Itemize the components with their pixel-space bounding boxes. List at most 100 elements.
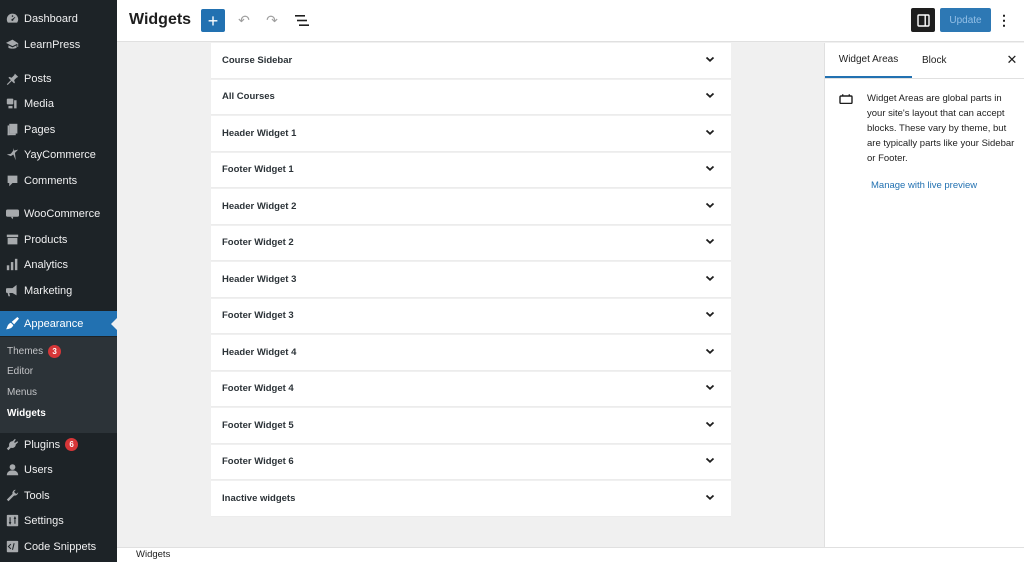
sidebar-item-label: Plugins: [24, 438, 61, 451]
submenu-item-label: Editor: [7, 366, 34, 377]
sidebar-item-analytics[interactable]: Analytics: [0, 252, 117, 277]
redo-button[interactable]: ↷: [261, 9, 283, 32]
update-count-badge: 6: [65, 438, 79, 451]
sidebar-item-label: Appearance: [24, 317, 84, 330]
sidebar-item-label: Users: [24, 463, 53, 476]
sidebar-item-products[interactable]: Products: [0, 227, 117, 252]
manage-live-preview-link[interactable]: Manage with live preview: [871, 180, 977, 191]
kebab-icon: ⋮: [997, 12, 1011, 28]
submenu-item-themes[interactable]: Themes 3: [7, 345, 62, 358]
widget-area-title: Footer Widget 4: [222, 383, 294, 395]
widget-area-title: Header Widget 3: [222, 273, 297, 285]
wrench-icon: [0, 489, 24, 502]
pin-icon: [0, 72, 24, 85]
widget-area-panel[interactable]: Footer Widget 4: [211, 371, 731, 407]
chevron-down-icon[interactable]: [705, 382, 715, 395]
chevron-down-icon[interactable]: [705, 90, 715, 103]
submenu-item-menus[interactable]: Menus: [7, 387, 37, 398]
settings-panel: Widget Areas Block ✕ Widget Areas are gl…: [824, 43, 1024, 547]
widget-area-panel[interactable]: Footer Widget 5: [211, 408, 731, 444]
editor-header: Widgets + ↶ ↷ Update ⋮: [117, 0, 1024, 42]
sidebar-item-comments[interactable]: Comments: [0, 168, 117, 193]
sidebar-panel-icon: [916, 13, 930, 27]
list-view-button[interactable]: [291, 9, 313, 32]
sidebar-item-posts[interactable]: Posts: [0, 66, 117, 91]
chevron-down-icon[interactable]: [705, 200, 715, 213]
chevron-down-icon[interactable]: [705, 273, 715, 286]
sidebar-item-label: Marketing: [24, 284, 73, 297]
widget-area-icon: [839, 94, 853, 104]
widget-area-panel[interactable]: Header Widget 2: [211, 189, 731, 225]
learnpress-icon: [0, 38, 24, 51]
chevron-down-icon[interactable]: [705, 163, 715, 176]
widget-area-title: Footer Widget 3: [222, 310, 294, 322]
widget-area-panel[interactable]: Footer Widget 3: [211, 298, 731, 334]
widget-area-title: All Courses: [222, 91, 275, 103]
sidebar-item-pages[interactable]: Pages: [0, 117, 117, 142]
widget-area-title: Footer Widget 6: [222, 456, 294, 468]
chevron-down-icon[interactable]: [705, 346, 715, 359]
plus-icon: +: [207, 10, 219, 31]
widget-area-panel[interactable]: Header Widget 3: [211, 262, 731, 298]
widget-area-panel[interactable]: Course Sidebar: [211, 43, 731, 79]
sidebar-item-marketing[interactable]: Marketing: [0, 278, 117, 303]
widget-areas-description: Widget Areas are global parts in your si…: [867, 93, 1015, 164]
sidebar-item-appearance[interactable]: Appearance: [0, 311, 117, 336]
bar-chart-icon: [0, 258, 24, 271]
update-button[interactable]: Update: [940, 8, 991, 32]
sidebar-item-code-snippets[interactable]: Code Snippets: [0, 534, 117, 559]
comment-icon: [0, 174, 24, 187]
plugin-icon: [0, 438, 24, 451]
redo-icon: ↷: [266, 12, 278, 28]
submenu-item-editor[interactable]: Editor: [7, 366, 33, 377]
undo-button[interactable]: ↶: [233, 9, 255, 32]
widget-area-title: Course Sidebar: [222, 54, 293, 66]
paintbrush-icon: [0, 317, 24, 330]
sidebar-item-label: LearnPress: [24, 38, 81, 51]
chevron-down-icon[interactable]: [705, 492, 715, 505]
submenu-item-label: Menus: [7, 387, 38, 398]
sidebar-item-yaycommerce[interactable]: YayCommerce: [0, 142, 117, 167]
settings-icon: [0, 514, 24, 527]
sidebar-item-label: Pages: [24, 123, 56, 136]
sidebar-item-media[interactable]: Media: [0, 91, 117, 116]
sidebar-item-label: Posts: [24, 72, 52, 85]
widget-area-panel[interactable]: Footer Widget 1: [211, 152, 731, 188]
widget-area-panel[interactable]: All Courses: [211, 79, 731, 115]
options-menu-button[interactable]: ⋮: [997, 9, 1011, 32]
sidebar-item-settings[interactable]: Settings: [0, 508, 117, 533]
widget-area-panel[interactable]: Header Widget 1: [211, 116, 731, 152]
chevron-down-icon[interactable]: [705, 309, 715, 322]
tab-widget-areas[interactable]: Widget Areas: [825, 43, 912, 78]
breadcrumb[interactable]: Widgets: [136, 549, 170, 560]
chevron-down-icon[interactable]: [705, 54, 715, 67]
widget-area-title: Inactive widgets: [222, 492, 296, 504]
widget-areas-list: Course Sidebar All Courses Header Widget 1…: [211, 43, 731, 518]
media-icon: [0, 97, 24, 110]
chevron-down-icon[interactable]: [705, 127, 715, 140]
sidebar-item-users[interactable]: Users: [0, 457, 117, 482]
close-panel-button[interactable]: ✕: [1004, 52, 1020, 68]
woocommerce-icon: [0, 207, 24, 220]
undo-icon: ↶: [238, 12, 250, 28]
widget-area-panel[interactable]: Footer Widget 6: [211, 444, 731, 480]
sidebar-item-dashboard[interactable]: Dashboard: [0, 6, 117, 31]
sidebar-item-plugins[interactable]: Plugins 6: [0, 432, 117, 457]
submenu-item-widgets[interactable]: Widgets: [7, 408, 46, 419]
yaycommerce-icon: [0, 148, 24, 161]
user-icon: [0, 463, 24, 476]
settings-sidebar-toggle[interactable]: [911, 8, 935, 32]
widget-area-title: Footer Widget 5: [222, 419, 294, 431]
widget-area-panel[interactable]: Inactive widgets: [211, 481, 731, 517]
chevron-down-icon[interactable]: [705, 419, 715, 432]
chevron-down-icon[interactable]: [705, 236, 715, 249]
archive-icon: [0, 233, 24, 246]
tab-block[interactable]: Block: [922, 43, 946, 78]
widget-area-panel[interactable]: Footer Widget 2: [211, 225, 731, 261]
sidebar-item-tools[interactable]: Tools: [0, 483, 117, 508]
chevron-down-icon[interactable]: [705, 455, 715, 468]
add-block-button[interactable]: +: [201, 9, 225, 32]
sidebar-item-woocommerce[interactable]: WooCommerce: [0, 201, 117, 226]
sidebar-item-learnpress[interactable]: LearnPress: [0, 32, 117, 57]
widget-area-panel[interactable]: Header Widget 4: [211, 335, 731, 371]
